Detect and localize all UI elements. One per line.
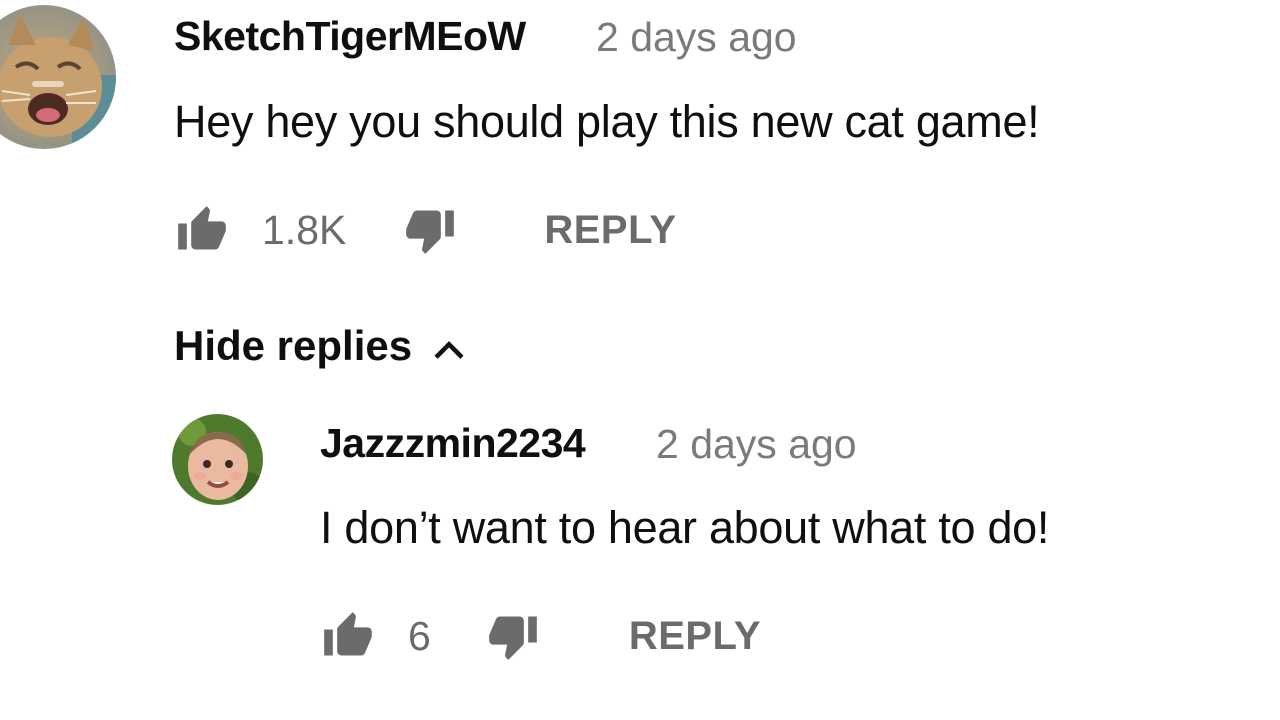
avatar[interactable] [172, 414, 263, 505]
reply-actions: 6 REPLY [320, 606, 761, 666]
comments-section: SketchTigerMEoW 2 days ago Hey hey you s… [0, 0, 1280, 720]
cat-avatar-image [0, 5, 116, 149]
comment-thread: SketchTigerMEoW 2 days ago Hey hey you s… [0, 0, 1280, 290]
reply-button[interactable]: REPLY [629, 614, 761, 659]
like-icon[interactable] [174, 202, 230, 258]
reply-text: I don’t want to hear about what to do! [320, 502, 1050, 553]
comment-timestamp[interactable]: 2 days ago [596, 14, 797, 61]
reply-timestamp[interactable]: 2 days ago [656, 421, 857, 468]
comment-author[interactable]: SketchTigerMEoW [174, 13, 526, 60]
reply-author[interactable]: Jazzzmin2234 [320, 420, 586, 467]
avatar[interactable] [0, 5, 116, 149]
hide-replies-button[interactable]: Hide replies [174, 322, 466, 370]
like-count: 1.8K [262, 206, 347, 253]
chevron-up-icon [432, 329, 466, 363]
dislike-icon[interactable] [402, 202, 458, 258]
like-count: 6 [408, 612, 431, 659]
hide-replies-label: Hide replies [174, 322, 413, 369]
comment-actions: 1.8K REPLY [174, 200, 677, 260]
like-icon[interactable] [320, 608, 376, 664]
baby-avatar-image [172, 414, 263, 505]
dislike-icon[interactable] [485, 608, 541, 664]
reply-button[interactable]: REPLY [544, 208, 676, 253]
comment-text: Hey hey you should play this new cat gam… [174, 96, 1040, 147]
